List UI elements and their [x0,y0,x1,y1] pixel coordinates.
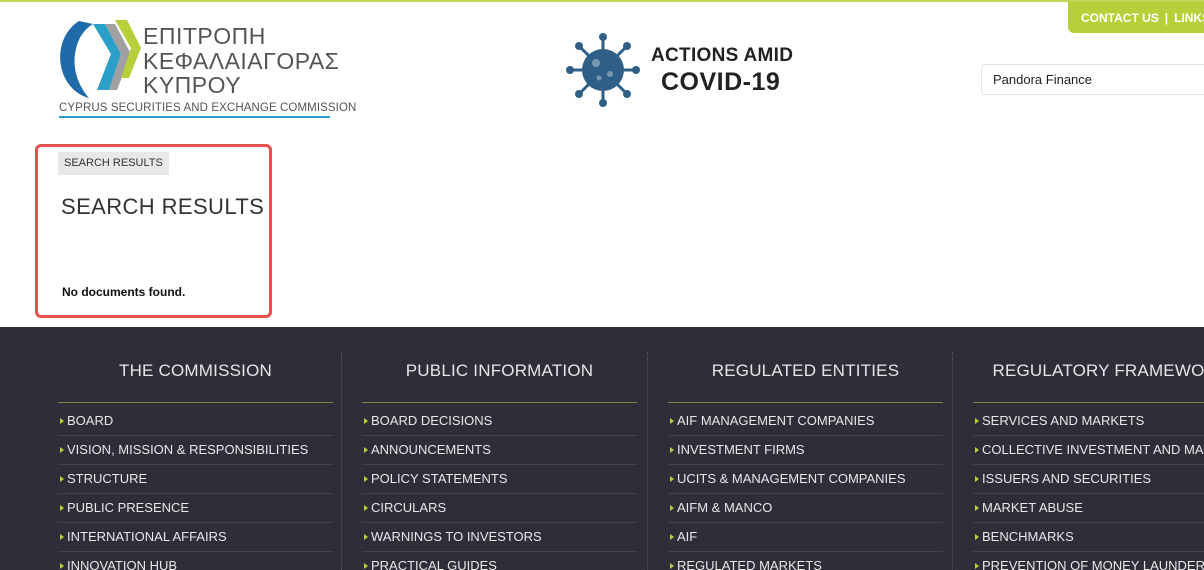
breadcrumb[interactable]: SEARCH RESULTS [58,152,169,175]
covid-banner-line2: COVID-19 [661,68,781,96]
footer-column-divider [341,352,342,570]
top-accent-line [0,0,1204,2]
footer-link[interactable]: UCITS & MANAGEMENT COMPANIES [668,465,943,494]
footer-link[interactable]: BOARD DECISIONS [362,407,637,436]
footer-column-title: THE COMMISSION [119,361,272,380]
footer-link[interactable]: POLICY STATEMENTS [362,465,637,494]
footer-column-title: REGULATED ENTITIES [711,361,900,380]
footer: THE COMMISSION BOARD VISION, MISSION & R… [0,327,1204,570]
footer-column-rule [362,402,637,403]
footer-link[interactable]: ISSUERS AND SECURITIES [973,465,1204,494]
footer-column-title: PUBLIC INFORMATION [405,361,594,380]
contact-us-link[interactable]: CONTACT US [1081,11,1159,25]
footer-link-list: AIF MANAGEMENT COMPANIES INVESTMENT FIRM… [668,407,943,570]
links-link[interactable]: LINKS [1174,11,1204,25]
footer-column-rule [58,402,333,403]
footer-link[interactable]: BENCHMARKS [973,523,1204,552]
cysec-logo-icon [60,20,141,98]
footer-link-list: SERVICES AND MARKETS COLLECTIVE INVESTME… [973,407,1204,570]
footer-column-rule [668,402,943,403]
no-results-message: No documents found. [62,285,186,299]
footer-link[interactable]: SERVICES AND MARKETS [973,407,1204,436]
footer-link[interactable]: PUBLIC PRESENCE [58,494,333,523]
top-links-bar: CONTACT US | LINKS | [1068,2,1204,33]
footer-link[interactable]: AIF MANAGEMENT COMPANIES [668,407,943,436]
footer-link[interactable]: VISION, MISSION & RESPONSIBILITIES [58,436,333,465]
footer-link[interactable]: CIRCULARS [362,494,637,523]
page-title: SEARCH RESULTS [61,194,265,219]
search-input[interactable] [981,64,1204,95]
footer-link[interactable]: WARNINGS TO INVESTORS [362,523,637,552]
logo-subtitle: CYPRUS SECURITIES AND EXCHANGE COMMISSIO… [59,102,357,114]
footer-link[interactable]: AIF [668,523,943,552]
covid-banner-line1: ACTIONS AMID [651,45,794,66]
covid-banner[interactable]: ACTIONS AMID COVID-19 [565,30,793,110]
footer-column-rule [973,402,1204,403]
footer-link-list: BOARD DECISIONS ANNOUNCEMENTS POLICY STA… [362,407,637,570]
footer-link[interactable]: AIFM & MANCO [668,494,943,523]
logo-text-line1: ΕΠΙΤΡΟΠΗ [143,23,266,49]
footer-column-divider [952,352,953,570]
footer-link[interactable]: REGULATED MARKETS [668,552,943,570]
logo-text-line2: ΚΕΦΑΛΑΙΑΓΟΡΑΣ [143,48,340,74]
footer-link[interactable]: STRUCTURE [58,465,333,494]
footer-link[interactable]: BOARD [58,407,333,436]
logo-text-line3: ΚΥΠΡΟΥ [143,72,242,98]
footer-link[interactable]: INNOVATION HUB [58,552,333,570]
footer-link[interactable]: PREVENTION OF MONEY LAUNDERING [973,552,1204,570]
footer-column-divider [647,352,648,570]
footer-link[interactable]: INTERNATIONAL AFFAIRS [58,523,333,552]
top-links-separator: | [1164,10,1169,25]
logo-underline [59,116,330,118]
footer-link[interactable]: MARKET ABUSE [973,494,1204,523]
footer-link[interactable]: COLLECTIVE INVESTMENT AND MANAGEMENT [973,436,1204,465]
footer-link[interactable]: ANNOUNCEMENTS [362,436,637,465]
virus-icon [566,33,640,107]
cysec-logo[interactable]: ΕΠΙΤΡΟΠΗ ΚΕΦΑΛΑΙΑΓΟΡΑΣ ΚΥΠΡΟΥ CYPRUS SEC… [57,18,356,120]
footer-link[interactable]: PRACTICAL GUIDES [362,552,637,570]
footer-link-list: BOARD VISION, MISSION & RESPONSIBILITIES… [58,407,333,570]
footer-link[interactable]: INVESTMENT FIRMS [668,436,943,465]
footer-column-title: REGULATORY FRAMEWORK [992,361,1204,380]
